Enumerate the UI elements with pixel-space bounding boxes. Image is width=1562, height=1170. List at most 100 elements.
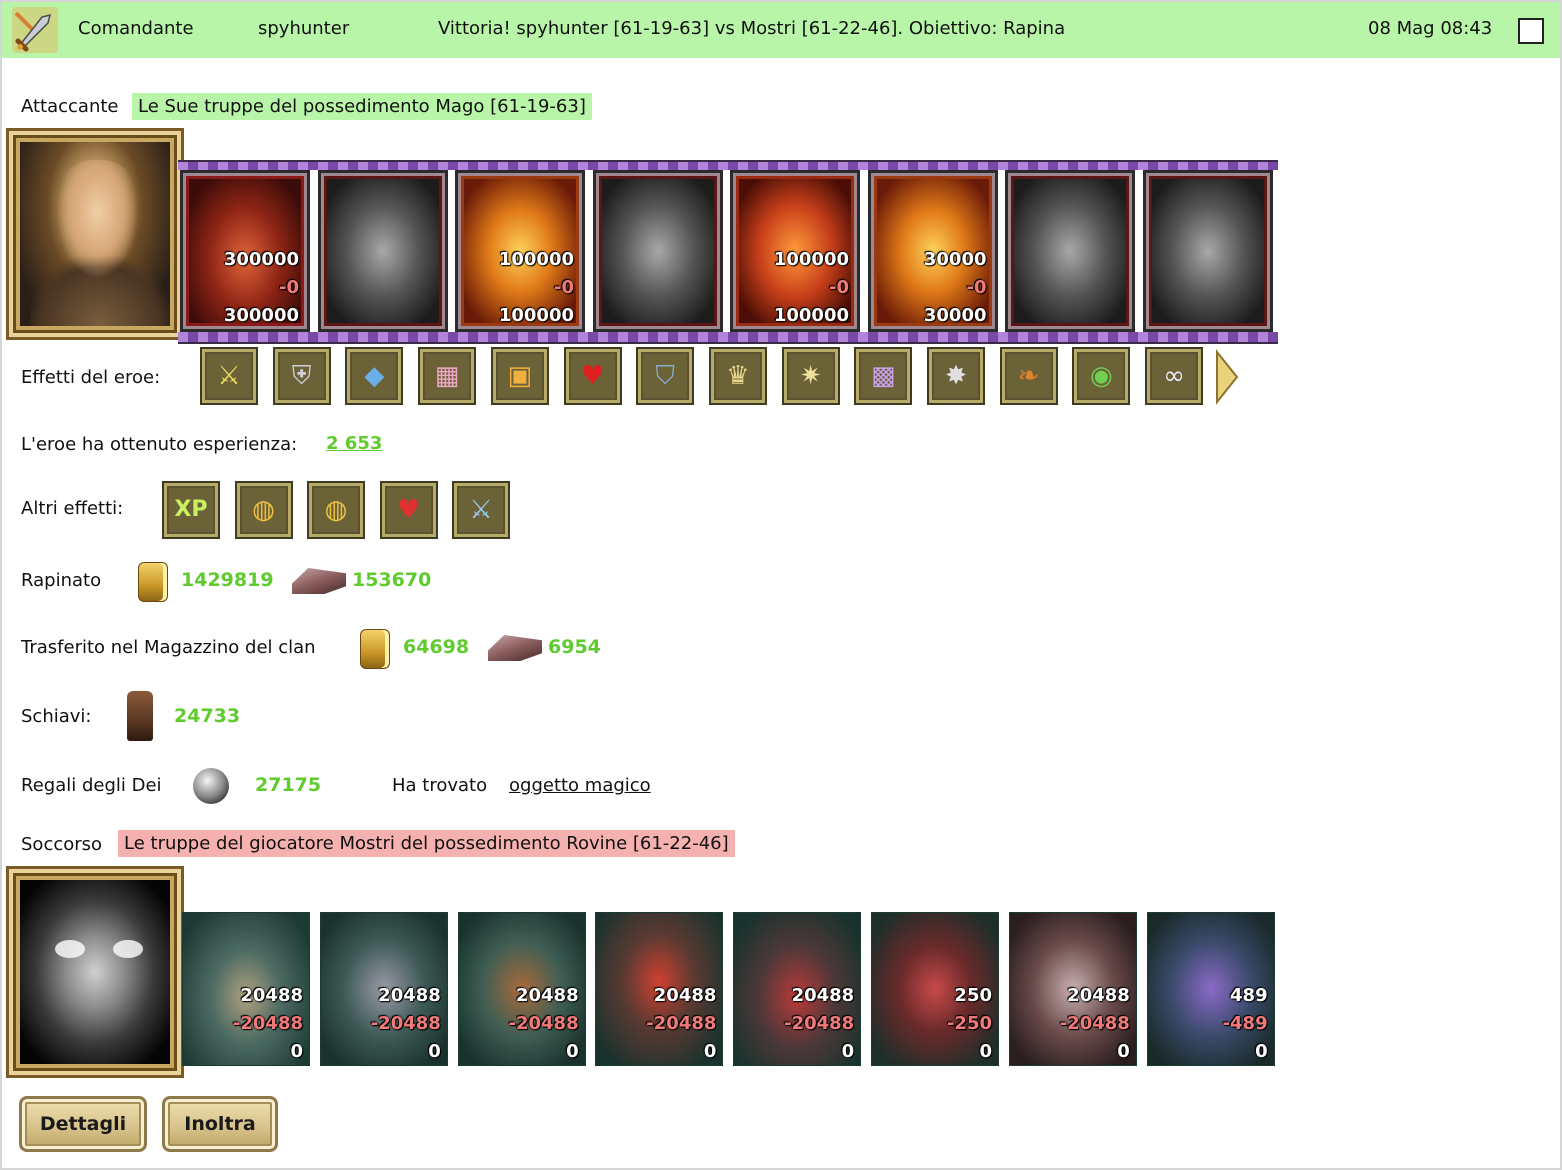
attacker-unit-card[interactable] [1142, 170, 1273, 332]
slaves-label: Schiavi: [21, 706, 92, 727]
found-item-link[interactable]: oggetto magico [509, 775, 651, 796]
unit-count-lost: -0 [829, 277, 849, 298]
attacker-unit-card[interactable]: 100000 -0 100000 [730, 170, 860, 332]
gods-gifts-value: 27175 [255, 774, 322, 796]
skeleton-warrior-icon [326, 179, 439, 323]
defender-unit-card[interactable]: 20488 -20488 0 [457, 912, 586, 1066]
armor-icon[interactable]: ⛨ [272, 347, 331, 405]
defender-unit-card[interactable]: 20488 -20488 0 [733, 912, 862, 1066]
attacker-unit-card[interactable] [317, 170, 448, 332]
stone-gargoyle-icon [601, 179, 714, 323]
monster-mask-avatar [20, 880, 170, 1064]
heart-icon[interactable]: ♥ [563, 347, 622, 405]
defender-unit-card[interactable]: 20488 -20488 0 [319, 912, 448, 1066]
select-checkbox[interactable] [1518, 18, 1544, 44]
gold-icon [360, 629, 390, 669]
unit-count-sent: 20488 [378, 985, 441, 1006]
xp-icon[interactable]: XP [162, 481, 220, 539]
unit-count-lost: -0 [279, 277, 299, 298]
unit-count-left: 0 [841, 1041, 855, 1062]
slaves-value: 24733 [174, 705, 241, 727]
heart-dagger-icon[interactable]: ♥ [379, 481, 438, 539]
defender-unit-card[interactable]: 250 -250 0 [871, 912, 999, 1066]
unit-count-left: 0 [703, 1041, 717, 1062]
gods-gifts-label: Regali degli Dei [21, 775, 162, 796]
slave-icon [127, 691, 153, 741]
crown-icon[interactable]: ♛ [708, 347, 767, 405]
armor-plate-icon[interactable]: ▩ [854, 347, 913, 405]
unit-count-left: 0 [290, 1041, 303, 1062]
header-username[interactable]: spyhunter [258, 18, 349, 39]
unit-count-left: 0 [1255, 1041, 1268, 1062]
unit-row-ornament-top [178, 160, 1278, 170]
sword-icon[interactable]: ⚔ [452, 481, 510, 539]
defender-unit-card[interactable]: 20488 -20488 0 [1008, 912, 1137, 1066]
experience-label: L'eroe ha ottenuto esperienza: [21, 434, 298, 455]
details-button[interactable]: Dettagli [19, 1096, 147, 1152]
unit-count-lost: -489 [1222, 1013, 1268, 1034]
battle-sword-icon [12, 7, 58, 53]
attacker-unit-card[interactable]: 300000 -0 300000 [180, 170, 310, 332]
unit-count-sent: 100000 [773, 249, 849, 270]
unit-count-sent: 300000 [223, 249, 299, 270]
defender-unit-card[interactable]: 20488 -20488 0 [182, 912, 310, 1066]
attacker-unit-card[interactable] [592, 170, 723, 332]
looted-label: Rapinato [21, 570, 102, 591]
silver-chain-icon[interactable]: ∞ [1145, 347, 1204, 405]
unit-count-left: 0 [566, 1041, 579, 1062]
pink-chest-icon[interactable]: ▦ [418, 347, 477, 405]
dark-knight-icon [1014, 179, 1126, 323]
hooded-wraith-icon [1151, 179, 1264, 323]
unit-count-sent: 20488 [240, 985, 303, 1006]
defender-hero-portrait[interactable] [6, 866, 184, 1078]
defender-label: Soccorso [21, 834, 103, 855]
gold-icon [138, 562, 168, 602]
unit-count-sent: 20488 [791, 985, 855, 1006]
looted-iron-value: 153670 [352, 569, 432, 591]
gold-pouch-icon[interactable]: ◍ [234, 481, 293, 539]
blue-crystal-icon[interactable]: ◆ [345, 347, 404, 405]
unit-count-sent: 20488 [1067, 985, 1130, 1006]
clan-iron-value: 6954 [548, 636, 601, 658]
attacker-unit-card[interactable]: 30000 -0 30000 [867, 170, 998, 332]
experience-value[interactable]: 2 653 [326, 433, 382, 454]
other-effects-label: Altri effetti: [21, 498, 124, 519]
defender-unit-card[interactable]: 20488 -20488 0 [595, 912, 724, 1066]
unit-count-lost: -20488 [370, 1013, 441, 1034]
green-gem-ring-icon[interactable]: ◉ [1072, 347, 1131, 405]
unit-count-left: 100000 [773, 305, 849, 326]
forward-button[interactable]: Inoltra [162, 1096, 278, 1152]
attacker-description: Le Sue truppe del possedimento Mago [61-… [132, 93, 592, 120]
unit-row-ornament-bottom [178, 332, 1278, 344]
header-message[interactable]: Vittoria! spyhunter [61-19-63] vs Mostri… [438, 18, 1065, 39]
report-header: Comandante spyhunter Vittoria! spyhunter… [2, 2, 1560, 58]
attacker-label: Attaccante [21, 96, 119, 117]
defender-unit-card[interactable]: 489 -489 0 [1146, 912, 1275, 1066]
unit-count-left: 100000 [498, 305, 574, 326]
unit-count-left: 0 [1117, 1041, 1130, 1062]
unit-count-left: 0 [979, 1041, 992, 1062]
attacker-hero-portrait[interactable] [6, 128, 184, 340]
star-amulet-icon[interactable]: ✷ [781, 347, 840, 405]
sword-shield-icon[interactable]: ⚔ [200, 347, 258, 405]
unit-count-sent: 20488 [653, 985, 717, 1006]
spiked-amulet-icon[interactable]: ✸ [927, 347, 985, 405]
unit-count-lost: -20488 [1059, 1013, 1130, 1034]
unit-count-lost: -250 [946, 1013, 992, 1034]
unit-count-left: 300000 [223, 305, 299, 326]
unit-count-sent: 489 [1230, 985, 1268, 1006]
header-role: Comandante [78, 18, 194, 39]
looted-gold-value: 1429819 [181, 569, 274, 591]
shield-icon[interactable]: ⛉ [636, 347, 695, 405]
unit-count-sent: 100000 [498, 249, 574, 270]
horns-icon[interactable]: ❧ [999, 347, 1058, 405]
scroll-right-arrow-icon[interactable] [1214, 348, 1240, 406]
treasure-chest-icon[interactable]: ▣ [490, 347, 549, 405]
attacker-unit-card[interactable]: 100000 -0 100000 [455, 170, 585, 332]
header-datetime: 08 Mag 08:43 [1368, 18, 1493, 39]
unit-count-sent: 20488 [515, 985, 579, 1006]
attacker-unit-card[interactable] [1005, 170, 1135, 332]
defender-description: Le truppe del giocatore Mostri del posse… [118, 830, 735, 857]
gold-pouch-icon[interactable]: ◍ [307, 481, 365, 539]
unit-count-left: 0 [428, 1041, 441, 1062]
